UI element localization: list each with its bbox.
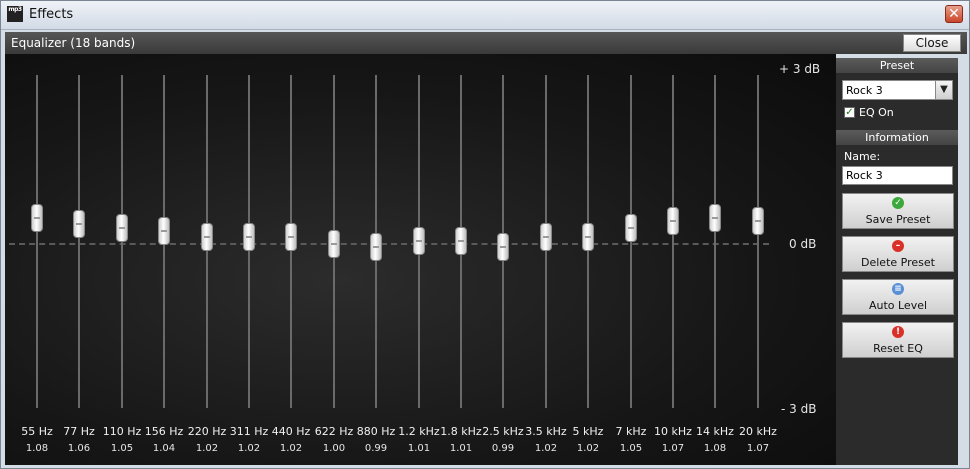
preset-dropdown[interactable]: Rock 3 ▼: [842, 80, 953, 100]
band-frequency-label: 20 kHz: [739, 425, 777, 438]
band-frequency-label: 880 Hz: [356, 425, 396, 438]
band-value-label: 1.07: [661, 443, 685, 454]
slider-track[interactable]: [757, 75, 759, 408]
slider-handle[interactable]: [116, 214, 128, 242]
slider-track[interactable]: [714, 75, 716, 408]
band-frequency-label: 156 Hz: [144, 425, 184, 438]
chevron-down-icon[interactable]: ▼: [935, 81, 952, 99]
preset-name-input[interactable]: Rock 3: [842, 166, 953, 185]
band-frequency-label: 220 Hz: [187, 425, 227, 438]
slider-track[interactable]: [78, 75, 80, 408]
band-frequency-label: 311 Hz: [229, 425, 269, 438]
level-icon: ≡: [892, 283, 904, 295]
band-frequency-label: 55 Hz: [21, 425, 53, 438]
title-bar: mp3 Effects ✕: [1, 1, 969, 30]
band-frequency-label: 1.8 kHz: [440, 425, 482, 438]
band-frequency-label: 5 kHz: [572, 425, 604, 438]
band-value-label: 1.08: [703, 443, 727, 454]
save-preset-button[interactable]: ✓ Save Preset: [842, 193, 954, 229]
band-frequency-label: 3.5 kHz: [525, 425, 567, 438]
band-value-label: 1.05: [110, 443, 134, 454]
band-frequency-label: 2.5 kHz: [482, 425, 524, 438]
band-value-label: 1.07: [746, 443, 770, 454]
db-label-bottom: - 3 dB: [781, 402, 817, 416]
slider-handle[interactable]: [752, 207, 764, 235]
slider-track[interactable]: [672, 75, 674, 408]
slider-handle[interactable]: [413, 227, 425, 255]
band-value-label: 1.02: [195, 443, 219, 454]
minus-circle-icon: –: [892, 240, 904, 252]
slider-handle[interactable]: [455, 227, 467, 255]
band-value-label: 0.99: [491, 443, 515, 454]
side-panel: Preset Rock 3 ▼ ✓ EQ On Information Name…: [836, 58, 958, 465]
slider-handle[interactable]: [625, 214, 637, 242]
band-value-label: 1.08: [25, 443, 49, 454]
slider-track[interactable]: [36, 75, 38, 408]
name-label: Name:: [844, 150, 881, 163]
auto-level-button[interactable]: ≡ Auto Level: [842, 279, 954, 315]
slider-handle[interactable]: [370, 233, 382, 261]
effects-window: mp3 Effects ✕ Equalizer (18 bands) Close…: [0, 0, 970, 469]
app-icon: mp3: [7, 6, 23, 22]
band-value-label: 1.00: [322, 443, 346, 454]
db-label-zero: 0 dB: [789, 237, 817, 251]
reset-eq-button[interactable]: ! Reset EQ: [842, 322, 954, 358]
band-frequency-label: 440 Hz: [271, 425, 311, 438]
slider-handle[interactable]: [31, 204, 43, 232]
delete-preset-label: Delete Preset: [861, 256, 935, 269]
information-header: Information: [836, 130, 958, 145]
band-value-label: 1.02: [576, 443, 600, 454]
check-icon: ✓: [892, 197, 904, 209]
window-title: Effects: [29, 7, 74, 22]
band-value-label: 1.02: [534, 443, 558, 454]
reset-eq-label: Reset EQ: [873, 342, 923, 355]
band-frequency-label: 1.2 kHz: [398, 425, 440, 438]
band-frequency-label: 110 Hz: [102, 425, 142, 438]
band-value-label: 1.02: [237, 443, 261, 454]
eq-on-label: EQ On: [859, 106, 894, 119]
equalizer-title: Equalizer (18 bands): [11, 36, 136, 50]
band-value-label: 1.06: [67, 443, 91, 454]
slider-handle[interactable]: [540, 223, 552, 251]
band-frequency-label: 77 Hz: [63, 425, 95, 438]
band-value-label: 1.01: [449, 443, 473, 454]
equalizer-header: Equalizer (18 bands) Close: [5, 32, 967, 54]
slider-handle[interactable]: [497, 233, 509, 261]
band-value-label: 0.99: [364, 443, 388, 454]
slider-handle[interactable]: [328, 230, 340, 258]
slider-handle[interactable]: [709, 204, 721, 232]
slider-handle[interactable]: [582, 223, 594, 251]
preset-header: Preset: [836, 58, 958, 73]
zero-db-line: [9, 243, 769, 245]
band-value-label: 1.02: [279, 443, 303, 454]
slider-handle[interactable]: [243, 223, 255, 251]
close-button[interactable]: Close: [903, 34, 961, 52]
slider-handle[interactable]: [201, 223, 213, 251]
preset-selected-value: Rock 3: [846, 84, 883, 97]
db-label-top: + 3 dB: [779, 62, 821, 76]
slider-handle[interactable]: [667, 207, 679, 235]
band-value-label: 1.01: [407, 443, 431, 454]
slider-handle[interactable]: [285, 223, 297, 251]
band-frequency-label: 10 kHz: [654, 425, 692, 438]
band-frequency-label: 7 kHz: [615, 425, 647, 438]
exclamation-icon: !: [892, 326, 904, 338]
save-preset-label: Save Preset: [865, 213, 931, 226]
delete-preset-button[interactable]: – Delete Preset: [842, 236, 954, 272]
equalizer-area: + 3 dB 0 dB - 3 dB 55 Hz 1.08 77 Hz 1.06 110…: [5, 54, 836, 465]
window-close-button[interactable]: ✕: [945, 5, 963, 23]
slider-handle[interactable]: [158, 217, 170, 245]
auto-level-label: Auto Level: [868, 299, 928, 312]
band-value-label: 1.04: [152, 443, 176, 454]
eq-on-checkbox[interactable]: ✓: [844, 107, 855, 118]
band-value-label: 1.05: [619, 443, 643, 454]
band-frequency-label: 622 Hz: [314, 425, 354, 438]
slider-handle[interactable]: [73, 210, 85, 238]
band-frequency-label: 14 kHz: [696, 425, 734, 438]
